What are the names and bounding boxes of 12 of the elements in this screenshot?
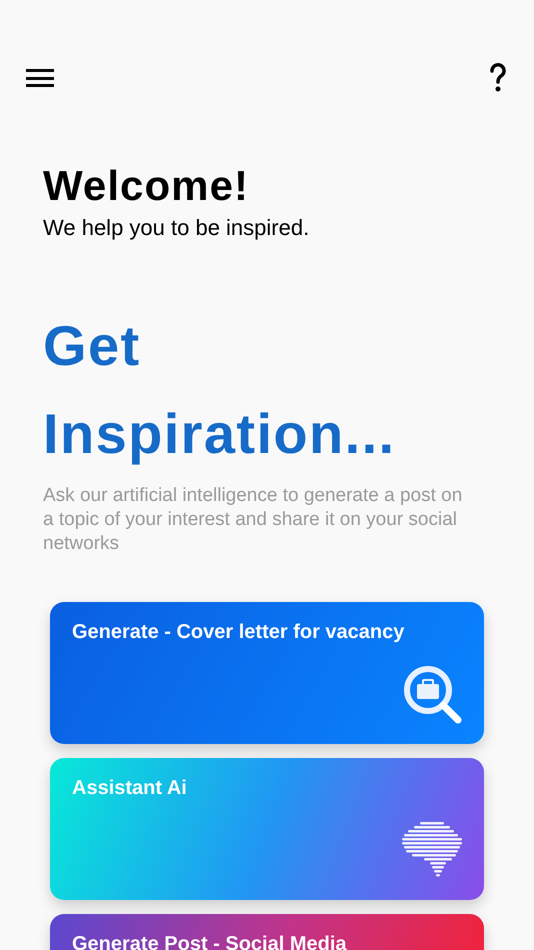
inspiration-title: Get [43, 313, 142, 379]
welcome-title: Welcome! [43, 161, 250, 211]
generator-card[interactable]: Generate - Cover letter for vacancy [50, 602, 484, 744]
welcome-subtitle: We help you to be inspired. [43, 214, 310, 242]
magnifier-briefcase-icon [402, 664, 464, 726]
help-icon [489, 63, 507, 93]
inspiration-title: Inspiration... [43, 401, 397, 467]
help-button[interactable] [488, 62, 508, 94]
brain-icon [402, 822, 464, 878]
menu-button[interactable] [26, 68, 54, 88]
inspiration-description: Ask our artificial intelligence to generate a post on a topic of your interest and share it on your social networks [43, 484, 464, 556]
generator-card[interactable]: Generate Post - Social Media [50, 914, 484, 950]
